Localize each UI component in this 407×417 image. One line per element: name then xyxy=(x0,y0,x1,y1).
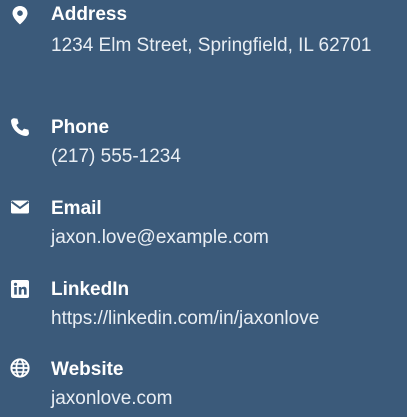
linkedin-link[interactable]: https://linkedin.com/in/jaxonlove xyxy=(51,303,403,334)
email-label: Email xyxy=(51,198,102,219)
phone-icon xyxy=(10,117,30,137)
contact-item-address: Address 1234 Elm Street, Springfield, IL… xyxy=(0,0,407,100)
address-label: Address xyxy=(51,4,128,25)
map-marker-icon xyxy=(10,5,30,25)
linkedin-icon xyxy=(10,279,30,299)
address-value: 1234 Elm Street, Springfield, IL 62701 xyxy=(51,35,372,56)
contact-item-phone: Phone (217) 555-1234 xyxy=(0,114,407,176)
website-label: Website xyxy=(51,359,124,380)
phone-label: Phone xyxy=(51,117,110,138)
contact-item-email: Email jaxon.love@example.com xyxy=(0,196,407,258)
envelope-icon xyxy=(10,197,30,217)
globe-icon xyxy=(10,358,30,378)
contact-item-linkedin: LinkedIn https://linkedin.com/in/jaxonlo… xyxy=(0,278,407,340)
website-link[interactable]: jaxonlove.com xyxy=(51,383,403,414)
contact-item-website: Website jaxonlove.com xyxy=(0,357,407,417)
phone-link[interactable]: (217) 555-1234 xyxy=(51,141,403,172)
linkedin-label: LinkedIn xyxy=(51,279,130,300)
email-link[interactable]: jaxon.love@example.com xyxy=(51,222,403,253)
